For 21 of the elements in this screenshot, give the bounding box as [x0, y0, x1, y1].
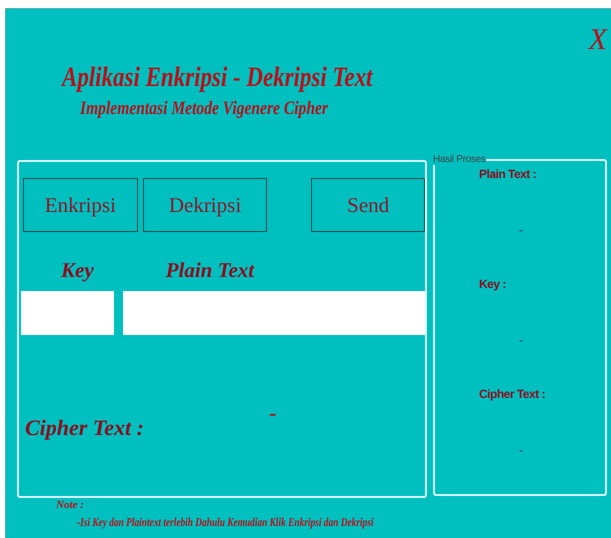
app-title: Aplikasi Enkripsi - Dekripsi Text	[62, 62, 372, 94]
result-label: Cipher Text :	[479, 387, 545, 401]
cipher-text-value: -	[268, 400, 276, 426]
note-label: Note :	[56, 499, 84, 511]
result-value: -	[519, 333, 523, 347]
encrypt-button[interactable]: Enkripsi	[23, 178, 138, 232]
plain-text-label: Plain Text	[166, 258, 254, 284]
plain-text-field[interactable]	[123, 291, 425, 335]
cipher-text-label: Cipher Text :	[25, 415, 144, 441]
result-legend: Hasil Proses	[433, 154, 486, 165]
result-label: Key :	[479, 277, 506, 291]
close-button[interactable]: X	[588, 25, 607, 55]
note-text: -Isi Key dan Plaintext terlebih Dahulu Kemudian Klik Enkripsi dan Dekripsi	[77, 515, 374, 530]
app-subtitle: Implementasi Metode Vigenere Cipher	[80, 98, 329, 120]
send-button[interactable]: Send	[311, 178, 425, 232]
decrypt-button[interactable]: Dekripsi	[142, 178, 268, 232]
result-label: Plain Text :	[479, 167, 536, 181]
result-value: -	[519, 443, 523, 457]
key-label: Key	[61, 258, 94, 284]
key-field[interactable]	[21, 291, 114, 335]
result-value: -	[519, 223, 523, 237]
